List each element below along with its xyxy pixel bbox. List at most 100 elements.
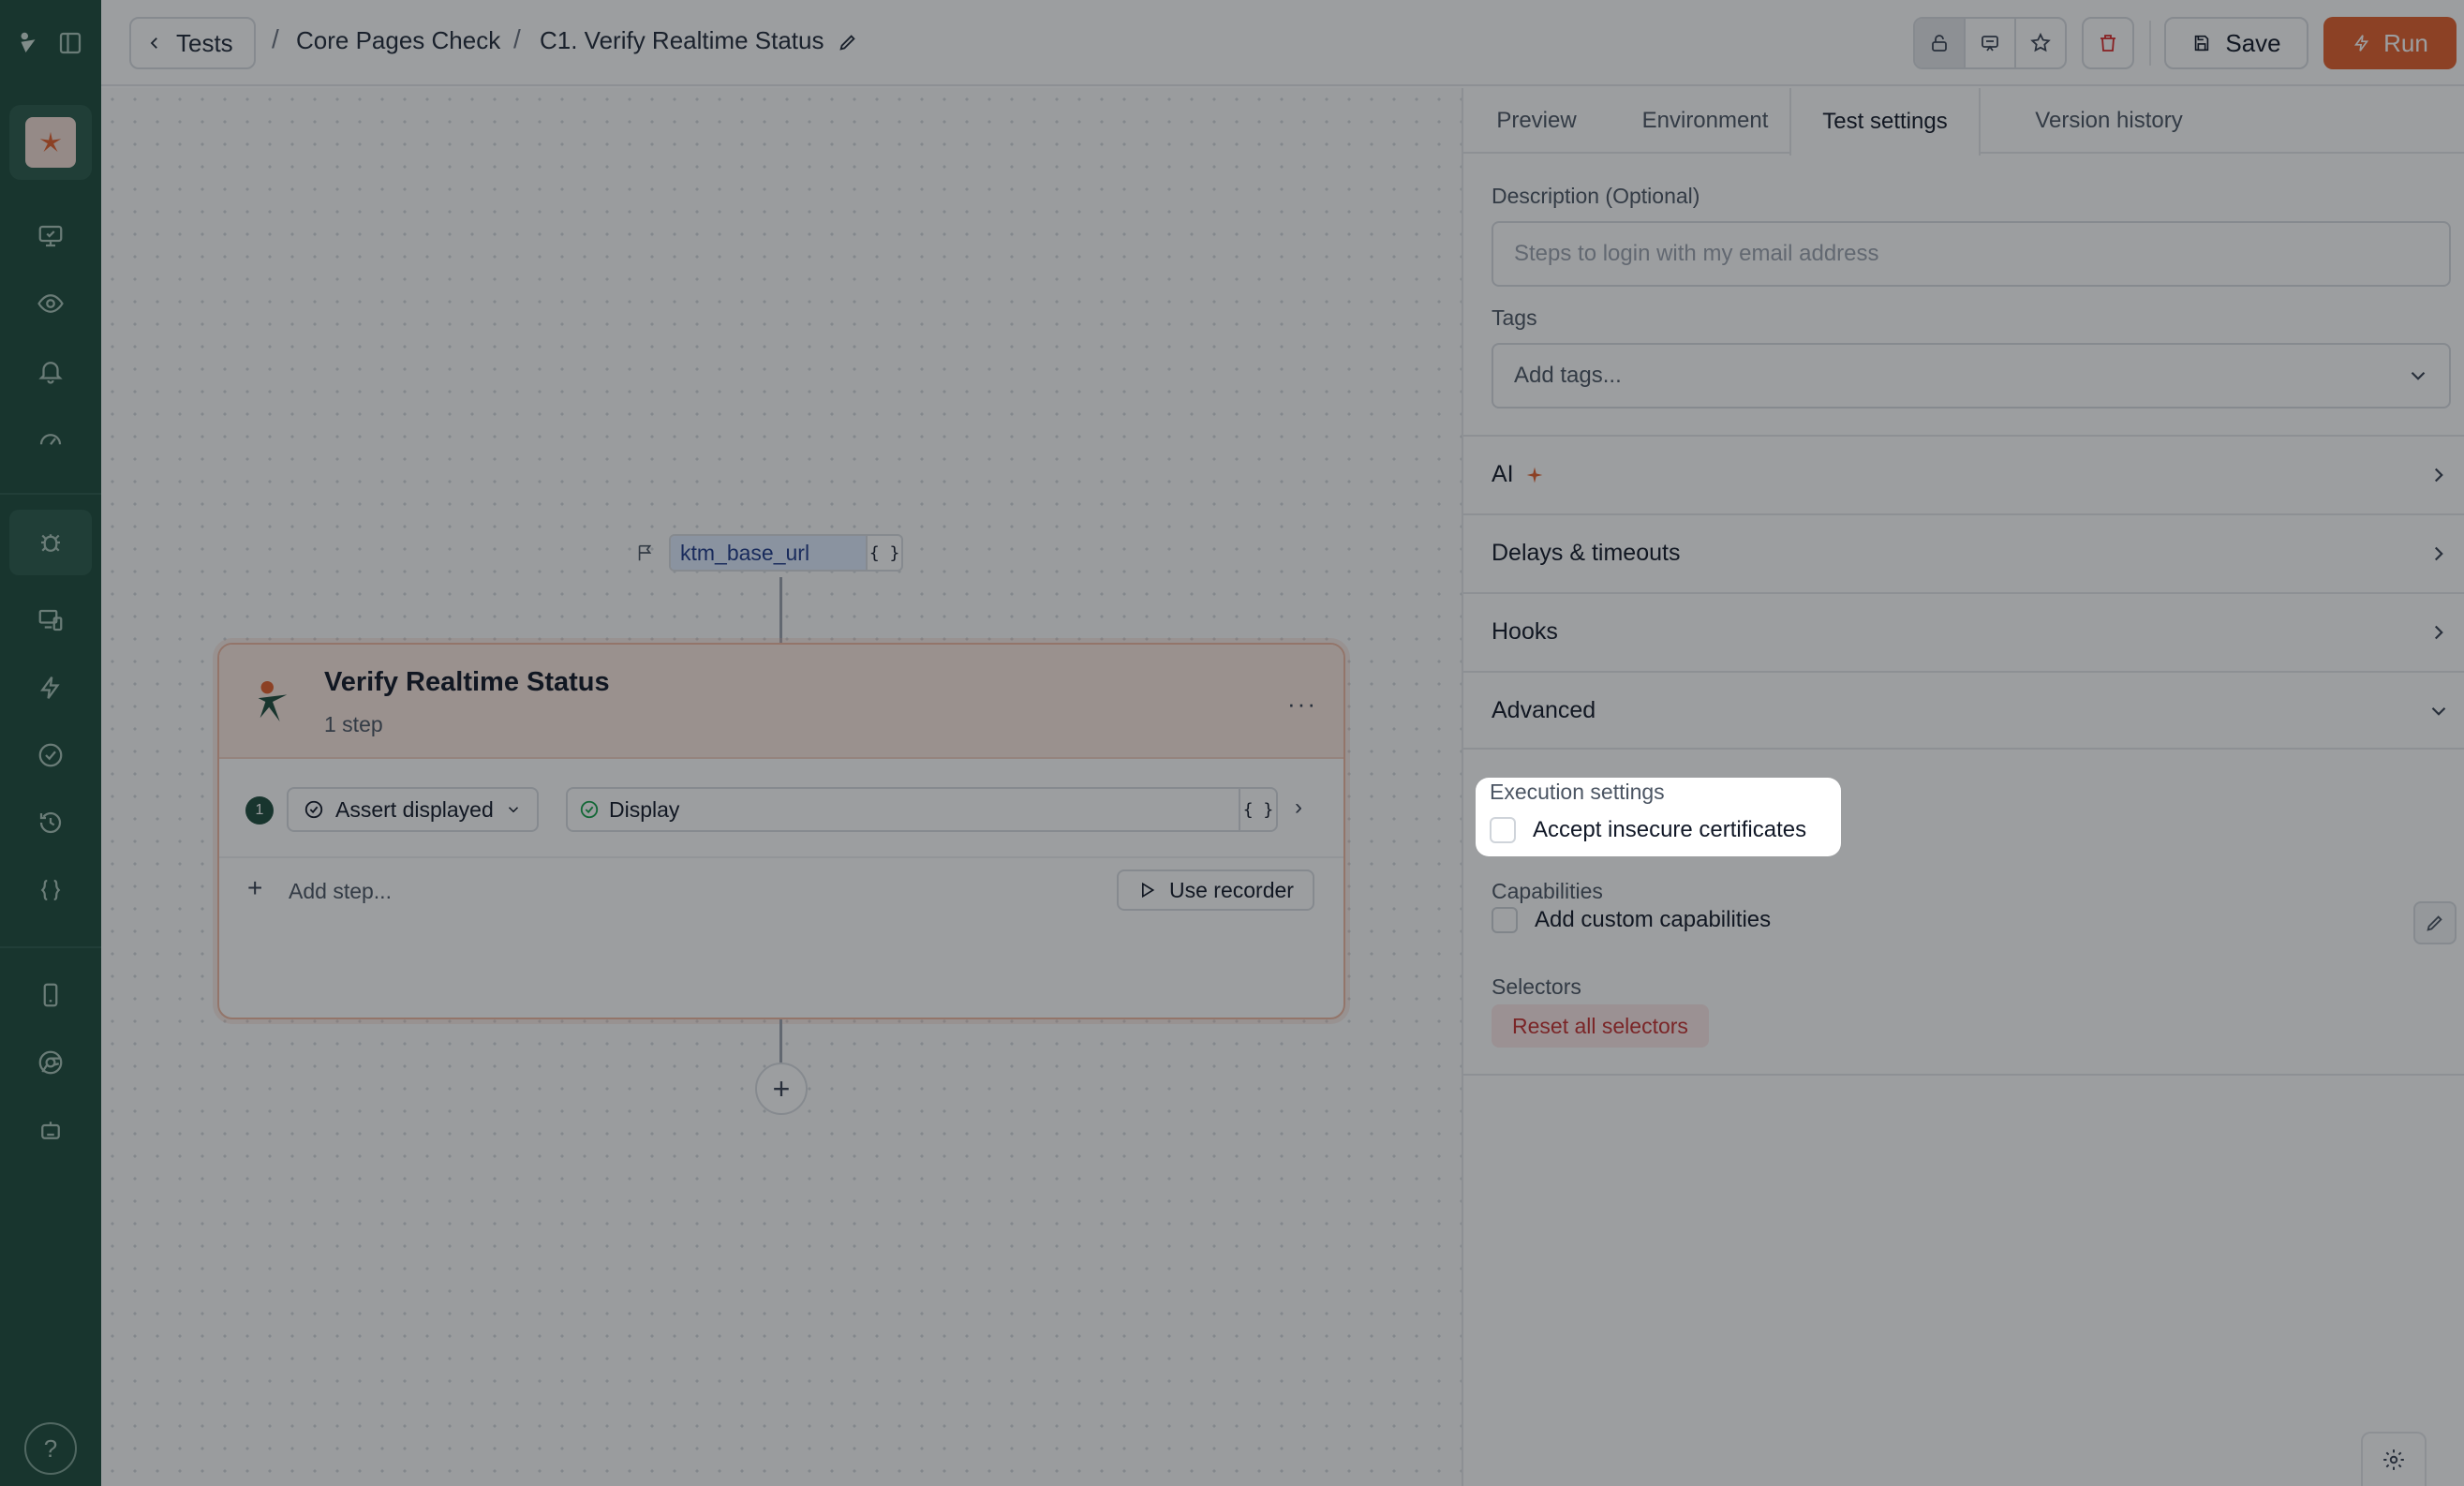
pencil-icon[interactable] xyxy=(838,32,858,52)
section-hooks-title: Hooks xyxy=(1492,618,1558,645)
panel-footer-divider xyxy=(1463,1074,2464,1076)
logo-icon[interactable] xyxy=(7,15,49,71)
bell-icon[interactable] xyxy=(22,343,79,399)
braces-icon[interactable]: { } xyxy=(1239,789,1276,830)
eye-icon[interactable] xyxy=(22,275,79,332)
chevron-down-icon xyxy=(2411,371,2426,380)
breadcrumb-test: C1. Verify Realtime Status xyxy=(540,26,824,54)
favorite-button[interactable] xyxy=(2016,19,2065,67)
insecure-certificates-checkbox[interactable] xyxy=(1490,817,1516,843)
check-circle-icon[interactable] xyxy=(22,727,79,783)
capabilities-label: Capabilities xyxy=(1492,879,1603,903)
panel-tabs: Preview Environment Test settings Versio… xyxy=(1463,88,2464,156)
flow-canvas[interactable]: ktm_base_url { } Verify Realtime Status … xyxy=(101,88,1462,1486)
back-label: Tests xyxy=(176,28,233,57)
tags-placeholder: Add tags... xyxy=(1514,363,1622,388)
comment-button[interactable] xyxy=(1966,19,2016,67)
section-advanced[interactable]: Advanced xyxy=(1463,671,2464,750)
step-action-label: Assert displayed xyxy=(335,796,494,822)
add-node-button[interactable]: + xyxy=(755,1062,808,1115)
braces-icon[interactable]: { } xyxy=(866,536,901,570)
tab-test-settings[interactable]: Test settings xyxy=(1789,88,1981,156)
custom-capabilities-label: Add custom capabilities xyxy=(1535,907,1772,932)
devices-icon[interactable] xyxy=(22,592,79,648)
chevron-down-icon xyxy=(508,807,518,813)
run-button[interactable]: Run xyxy=(2323,17,2457,69)
tab-version-history[interactable]: Version history xyxy=(2003,88,2215,154)
more-icon[interactable]: ··· xyxy=(1287,690,1317,719)
chevron-down-icon xyxy=(2431,706,2446,716)
step-target-label: Display xyxy=(609,796,680,822)
play-icon xyxy=(1142,882,1155,899)
pencil-icon xyxy=(2427,915,2442,931)
lock-button[interactable] xyxy=(1915,19,1966,67)
mobile-icon[interactable] xyxy=(22,967,79,1023)
test-logo-icon xyxy=(258,680,288,722)
trash-icon xyxy=(2100,35,2115,52)
settings-gear-button[interactable] xyxy=(2361,1432,2427,1486)
section-hooks[interactable]: Hooks xyxy=(1463,592,2464,671)
message-icon xyxy=(1982,36,1998,52)
save-label: Save xyxy=(2225,28,2281,57)
braces-icon[interactable] xyxy=(22,862,79,918)
start-variable: ktm_base_url xyxy=(671,536,867,570)
edit-capabilities-button[interactable] xyxy=(2413,901,2457,944)
add-step-placeholder[interactable]: Add step... xyxy=(289,879,392,904)
connector-line xyxy=(779,577,782,643)
breadcrumb-suite[interactable]: Core Pages Check xyxy=(296,26,500,55)
tab-environment[interactable]: Environment xyxy=(1613,88,1797,154)
description-input[interactable]: Steps to login with my email address xyxy=(1492,221,2451,287)
section-divider xyxy=(1463,748,2464,750)
check-circle-icon xyxy=(304,800,323,819)
add-step-row[interactable]: + Add step... Use recorder xyxy=(219,858,1343,924)
tab-preview[interactable]: Preview xyxy=(1492,88,1581,154)
flag-icon xyxy=(638,544,652,561)
bug-icon[interactable] xyxy=(9,510,92,575)
header-toolbar xyxy=(1913,17,2067,69)
gear-icon xyxy=(2383,1449,2404,1470)
insecure-certificates-row[interactable]: Accept insecure certificates xyxy=(1490,817,1806,843)
connector-line xyxy=(779,1019,782,1062)
step-target-field[interactable]: Display { } xyxy=(566,787,1278,832)
custom-capabilities-row[interactable]: Add custom capabilities xyxy=(1492,907,1771,933)
history-icon[interactable] xyxy=(22,795,79,851)
step-row[interactable]: 1 Assert displayed Display { } › xyxy=(219,759,1343,858)
monitor-check-icon[interactable] xyxy=(22,208,79,264)
section-ai[interactable]: AI xyxy=(1463,435,2464,513)
chrome-icon[interactable] xyxy=(22,1034,79,1091)
custom-capabilities-checkbox[interactable] xyxy=(1492,907,1518,933)
section-delays-title: Delays & timeouts xyxy=(1492,540,1681,566)
start-node: ktm_base_url { } xyxy=(635,534,904,572)
card-subtitle: 1 step xyxy=(324,712,383,736)
sidebar: ? xyxy=(0,0,101,1486)
robot-icon[interactable] xyxy=(22,1102,79,1158)
description-label: Description (Optional) xyxy=(1492,184,1700,208)
project-logo[interactable] xyxy=(9,105,92,180)
save-button[interactable]: Save xyxy=(2164,17,2308,69)
back-button[interactable]: Tests xyxy=(129,17,256,69)
top-header: Tests / Core Pages Check / C1. Verify Re… xyxy=(101,0,2464,86)
recorder-label: Use recorder xyxy=(1169,877,1294,902)
selectors-label: Selectors xyxy=(1492,974,1581,999)
chevron-left-icon xyxy=(150,37,157,49)
help-icon[interactable]: ? xyxy=(24,1422,77,1475)
section-advanced-title: Advanced xyxy=(1492,697,1596,723)
step-number: 1 xyxy=(245,796,274,825)
panel-toggle-icon[interactable] xyxy=(47,15,94,71)
use-recorder-button[interactable]: Use recorder xyxy=(1117,869,1314,911)
delete-button[interactable] xyxy=(2082,17,2134,69)
test-card[interactable]: Verify Realtime Status 1 step ··· 1 Asse… xyxy=(217,643,1345,1019)
lightning-icon[interactable] xyxy=(22,660,79,716)
chevron-right-icon[interactable]: › xyxy=(1295,795,1302,821)
start-url-chip[interactable]: ktm_base_url { } xyxy=(669,534,904,572)
section-delays[interactable]: Delays & timeouts xyxy=(1463,513,2464,592)
tags-select[interactable]: Add tags... xyxy=(1492,343,2451,409)
breadcrumb-separator: / xyxy=(513,24,521,53)
section-ai-title: AI xyxy=(1492,461,1514,487)
run-label: Run xyxy=(2383,28,2428,57)
step-action-select[interactable]: Assert displayed xyxy=(287,787,539,832)
lightning-icon xyxy=(2354,35,2369,52)
sidebar-divider xyxy=(0,946,101,948)
reset-selectors-button[interactable]: Reset all selectors xyxy=(1492,1004,1709,1048)
gauge-icon[interactable] xyxy=(22,410,79,467)
